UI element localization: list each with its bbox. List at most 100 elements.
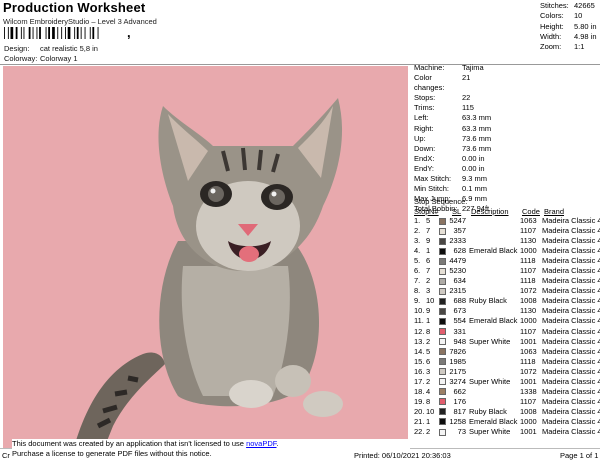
row-code: 1130: [520, 236, 537, 246]
color-swatch: [439, 267, 446, 275]
row-stitches: 5247: [449, 216, 466, 225]
row-code: 1130: [520, 306, 537, 316]
row-stitches: 673: [453, 306, 466, 316]
table-row: 6. 7 5230 1107 Madeira Classic 40: [414, 266, 600, 276]
prop-value: 0.00 in: [462, 163, 485, 173]
row-code: 1118: [520, 276, 536, 286]
row-description: Ruby Black: [469, 296, 507, 306]
page-number: Page 1 of 1: [560, 451, 599, 460]
row-needle: 5: [426, 216, 431, 225]
row-brand: Madeira Classic 40: [542, 226, 600, 236]
row-stop: 12.: [414, 326, 425, 336]
col-brand: Brand: [544, 207, 565, 216]
col-code: Code: [522, 207, 540, 216]
row-stitches: 2333: [449, 236, 466, 246]
row-needle: 9: [426, 306, 431, 316]
stat-label: Colors:: [540, 11, 564, 21]
color-swatch: [439, 418, 446, 426]
row-stitches: 2175: [449, 366, 466, 376]
software-subtitle: Wilcom EmbroideryStudio – Level 3 Advanc…: [3, 17, 157, 26]
prop-label: Left:: [414, 113, 429, 123]
prop-value: 115: [462, 103, 474, 113]
row-code: 1107: [520, 266, 537, 276]
row-brand: Madeira Classic 40: [542, 316, 600, 326]
table-row: 15. 6 1985 1118 Madeira Classic 40: [414, 357, 600, 367]
prop-label: EndX:: [414, 153, 435, 163]
table-row: 11. 1 554 Emerald Black 1000 Madeira Classic …: [414, 316, 600, 326]
row-description: Emerald Black: [469, 316, 518, 326]
row-stitches: 817: [453, 406, 466, 416]
row-stitches: 7826: [449, 346, 466, 356]
row-description: Ruby Black: [469, 406, 507, 416]
row-stop: 22.: [414, 426, 425, 436]
row-code: 1072: [520, 366, 537, 376]
row-stitches: 176: [453, 396, 466, 406]
row-code: 1107: [520, 326, 537, 336]
prop-value: 9.3 mm: [462, 174, 488, 184]
prop-label: Machine:: [414, 63, 445, 72]
prop-label: Color changes:: [414, 73, 445, 93]
row-stitches: 2315: [449, 286, 466, 296]
row-stitches: 5230: [449, 266, 466, 276]
table-row: 16. 3 2175 1072 Madeira Classic 40: [414, 367, 600, 377]
table-row: 22. 2 73 Super White 1001 Madeira Classic 40: [414, 427, 600, 437]
printed-timestamp: Printed: 06/10/2021 20:36:03: [354, 451, 451, 460]
color-swatch: [439, 257, 446, 265]
row-brand: Madeira Classic 40: [542, 386, 600, 396]
row-code: 1063: [520, 346, 537, 356]
row-stitches: 554: [453, 316, 466, 326]
col-stop: Stop: [414, 207, 430, 216]
row-stitches: 331: [453, 326, 466, 336]
row-brand: Madeira Classic 40: [542, 276, 600, 286]
prop-value: 63.3 mm: [462, 113, 492, 123]
prop-value: 73.6 mm: [462, 133, 492, 143]
row-code: 1001: [520, 376, 537, 386]
row-stitches: 357: [453, 226, 466, 236]
row-stop: 17.: [414, 376, 425, 386]
prop-label: Down:: [414, 143, 436, 153]
row-needle: 4: [426, 386, 431, 396]
barcode: [4, 27, 99, 39]
row-needle: 2: [426, 276, 431, 286]
table-row: 14. 5 7826 1063 Madeira Classic 40: [414, 347, 600, 357]
row-stop: 16.: [414, 366, 425, 376]
color-swatch: [439, 287, 446, 295]
prop-value: 0.00 in: [462, 153, 485, 163]
row-stop: 5.: [414, 256, 421, 266]
row-needle: 5: [426, 346, 431, 356]
row-brand: Madeira Classic 40: [542, 266, 600, 276]
row-stitches: 948: [453, 336, 466, 346]
stats-panel: Stitches: 42665 Colors: 10 Height: 5.80 in …: [540, 1, 597, 52]
design-value: cat realistic 5,8 in: [40, 44, 98, 53]
notice-suffix: .: [276, 439, 279, 448]
prop-value: 22: [462, 93, 471, 103]
color-swatch: [439, 317, 446, 325]
row-stop: 14.: [414, 346, 425, 356]
row-code: 1072: [520, 286, 537, 296]
design-label: Design:: [4, 44, 30, 53]
row-needle: 10: [426, 406, 435, 416]
row-stitches: 1258: [449, 416, 466, 426]
row-needle: 3: [426, 366, 431, 376]
row-brand: Madeira Classic 40: [542, 406, 600, 416]
row-stop: 4.: [414, 246, 421, 256]
colorway-value: Colorway 1: [40, 54, 78, 63]
row-stitches: 1985: [449, 356, 466, 366]
prop-label: Trims:: [414, 103, 435, 113]
row-brand: Madeira Classic 40: [542, 236, 600, 246]
stat-value: 4.98 in: [574, 31, 597, 41]
table-row: 12. 8 331 1107 Madeira Classic 40: [414, 327, 600, 337]
design-preview[interactable]: [3, 66, 408, 448]
properties-panel: Machine: Tajima Color changes: 21 Stops: 22…: [414, 63, 491, 214]
col-description: Description: [471, 207, 509, 216]
row-brand: Madeira Classic 40: [542, 326, 600, 336]
barcode-suffix: ,: [127, 25, 131, 40]
row-code: 1118: [520, 256, 536, 266]
colorway-label: Colorway:: [4, 54, 38, 63]
novapdf-link[interactable]: novaPDF: [246, 439, 276, 448]
table-row: 7. 2 634 1118 Madeira Classic 40: [414, 276, 600, 286]
row-code: 1000: [520, 316, 537, 326]
table-row: 9. 10 688 Ruby Black 1008 Madeira Classic 40: [414, 296, 600, 306]
table-row: 2. 7 357 1107 Madeira Classic 40: [414, 226, 600, 236]
row-needle: 6: [426, 256, 431, 266]
